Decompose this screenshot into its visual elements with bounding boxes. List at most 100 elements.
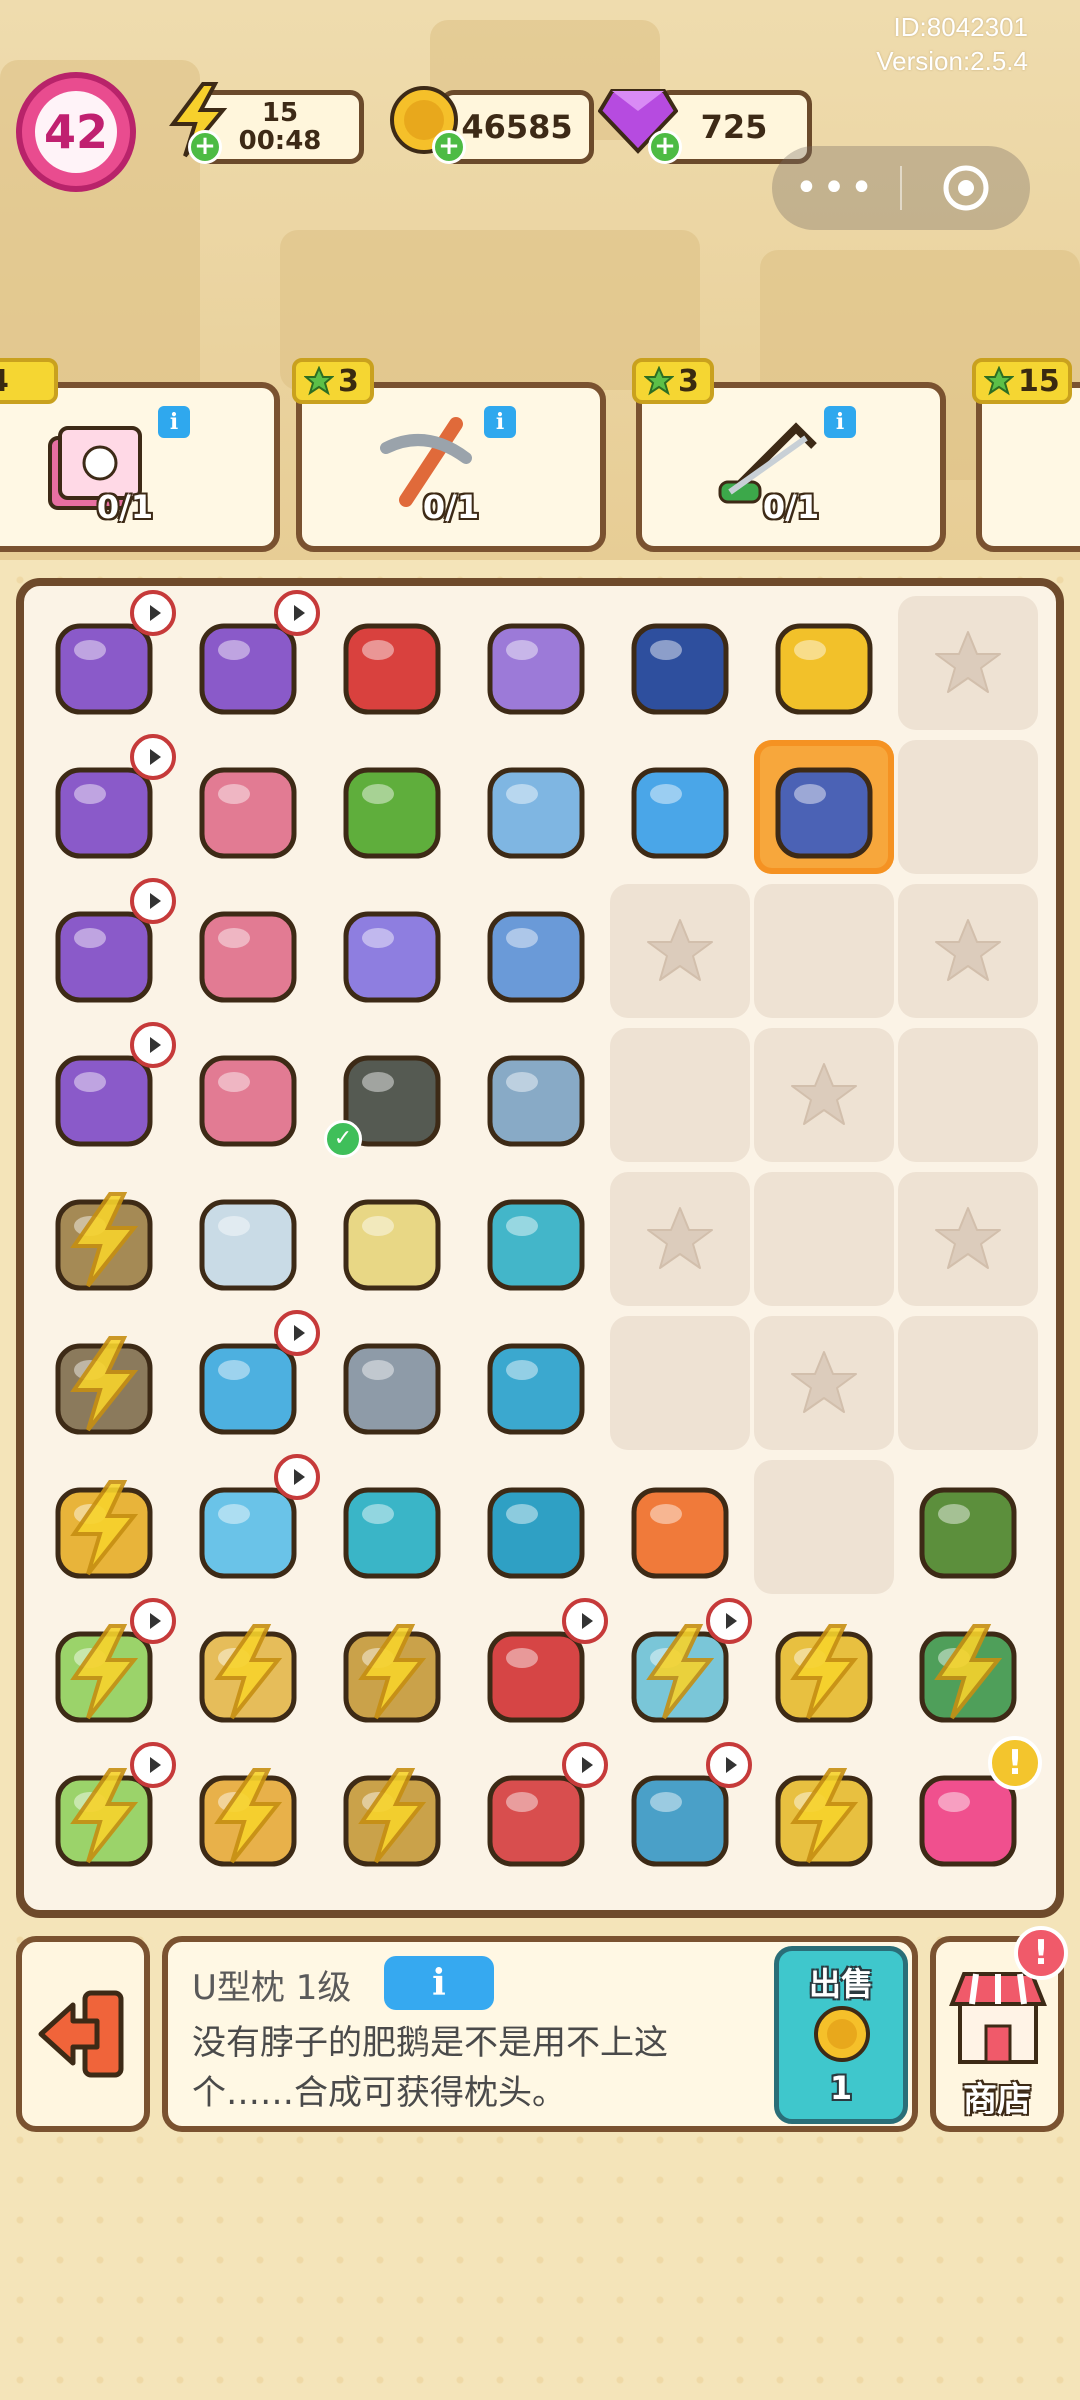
hula-hoop-icon	[487, 1487, 585, 1579]
star-icon	[984, 366, 1014, 396]
board-item-garbage-bag[interactable]: ✓	[322, 1028, 462, 1162]
star-icon	[304, 366, 334, 396]
brick-pallet-icon	[199, 911, 297, 1003]
close-program-icon[interactable]	[902, 164, 1030, 212]
locked-cell	[754, 1028, 894, 1162]
mini-program-capsule: •••	[772, 146, 1030, 230]
board-item-junk-pile[interactable]	[34, 878, 176, 1018]
locked-cell	[754, 1316, 894, 1450]
ready-check-icon: ✓	[324, 1120, 362, 1158]
board-item-chart-report[interactable]	[466, 740, 606, 874]
board-item-junk-pile[interactable]	[34, 590, 176, 730]
order-stars-badge: 15	[972, 358, 1072, 404]
board-item-locker[interactable]	[34, 1460, 174, 1594]
order-card-3[interactable]: 3 i 0/1	[632, 358, 946, 552]
locked-cell	[610, 884, 750, 1018]
board-item-junk-pile[interactable]	[178, 590, 320, 730]
board-item-wheelbarrow[interactable]	[466, 1742, 608, 1882]
board-item-laptop[interactable]	[34, 1598, 176, 1738]
board-item-cart-ducks[interactable]	[754, 1604, 894, 1738]
star-icon	[791, 1351, 857, 1413]
player-level-badge[interactable]: 42	[16, 72, 136, 192]
board-item-brick-pallet[interactable]	[178, 1028, 318, 1162]
board-item-jump-rope[interactable]	[466, 1316, 606, 1450]
board-item-cart-ducks[interactable]	[754, 1748, 894, 1882]
board-item-junk-pile[interactable]	[34, 734, 176, 874]
board-item-lavender-basket[interactable]	[466, 596, 606, 730]
item-detail-button[interactable]: i	[384, 1956, 494, 2010]
order-card-1[interactable]: 4 i 0/1	[0, 358, 280, 552]
more-icon[interactable]: •••	[772, 168, 900, 208]
order-stars-badge: 3	[632, 358, 714, 404]
cooldown-timer-icon	[706, 1598, 752, 1644]
board-item-goose-book-5[interactable]	[322, 884, 462, 1018]
order-info-button[interactable]: i	[824, 406, 856, 438]
board-item-hula-hoop[interactable]	[466, 1460, 606, 1594]
board-item-ab-machine[interactable]	[322, 1460, 462, 1594]
board-item-tape-measure[interactable]	[610, 1460, 750, 1594]
locked-cell	[898, 884, 1038, 1018]
exit-button[interactable]	[16, 1936, 150, 2132]
goose-book-1-icon	[487, 1055, 585, 1147]
brick-pallet-icon	[199, 767, 297, 859]
board-item-vr-headset[interactable]	[322, 596, 462, 730]
empty-cell	[898, 1028, 1038, 1162]
board-item-backpack[interactable]: !	[898, 1736, 1042, 1882]
add-gems-button[interactable]: +	[648, 130, 682, 164]
board-item-laptop[interactable]	[34, 1742, 176, 1882]
exit-icon	[38, 1990, 124, 2078]
board-item-brick-pallet[interactable]	[178, 884, 318, 1018]
order-card-4[interactable]: 15	[972, 358, 1080, 552]
board-item-resistance-band[interactable]	[466, 1172, 606, 1306]
board-item-printer[interactable]	[178, 1454, 320, 1594]
headphones-icon	[631, 623, 729, 715]
board-item-plant-bucket[interactable]	[178, 1748, 318, 1882]
board-item-paint-bucket[interactable]	[178, 1172, 318, 1306]
board-item-yarn-ball[interactable]	[322, 1172, 462, 1306]
empty-cell	[898, 1316, 1038, 1450]
board-item-robot-vacuum[interactable]	[178, 1310, 320, 1450]
cooldown-timer-icon	[130, 1742, 176, 1788]
board-item-junk-pile[interactable]	[34, 1022, 176, 1162]
board-item-basket[interactable]	[322, 1604, 462, 1738]
board-item-cart[interactable]	[610, 1598, 752, 1738]
board-item-cart-junk[interactable]	[610, 1742, 752, 1882]
board-item-coin-stack[interactable]	[754, 596, 894, 730]
add-coins-button[interactable]: +	[432, 130, 466, 164]
energy-bolt-icon	[214, 1624, 283, 1720]
board-item-headphones[interactable]	[610, 596, 750, 730]
board-item-goose-book-4[interactable]	[466, 884, 606, 1018]
board-item-garden-glove[interactable]	[898, 1460, 1038, 1594]
star-icon	[935, 919, 1001, 981]
order-progress: 0/1	[762, 488, 820, 526]
empty-cell	[610, 1028, 750, 1162]
cooldown-timer-icon	[130, 1598, 176, 1644]
energy-bolt-icon	[358, 1624, 427, 1720]
item-info-panel: U型枕 1级 i 没有脖子的肥鹅是不是用不上这个……合成可获得枕头。 出售 1	[162, 1936, 918, 2132]
board-item-basket[interactable]	[322, 1748, 462, 1882]
board-item-toolbox[interactable]	[898, 1604, 1038, 1738]
board-item-hand-gripper[interactable]	[322, 1316, 462, 1450]
energy-bolt-icon	[70, 1192, 139, 1288]
goose-book-4-icon	[487, 911, 585, 1003]
order-card-2[interactable]: 3 i 0/1	[292, 358, 606, 552]
order-stars-badge: 3	[292, 358, 374, 404]
board-item-u-pillow[interactable]	[754, 740, 894, 874]
board-item-tool-basket[interactable]	[466, 1598, 608, 1738]
board-item-brick-pallet[interactable]	[178, 740, 318, 874]
order-info-button[interactable]: i	[484, 406, 516, 438]
brick-pallet-icon	[199, 1055, 297, 1147]
order-progress: 0/1	[422, 488, 480, 526]
board-item-wardrobe[interactable]	[34, 1172, 174, 1306]
shop-button[interactable]: ! 商店	[930, 1926, 1068, 2132]
board-item-goose-book-1[interactable]	[466, 1028, 606, 1162]
sell-button[interactable]: 出售 1	[774, 1946, 908, 2124]
board-item-potted-tree[interactable]	[322, 740, 462, 874]
empty-cell	[754, 1460, 894, 1594]
add-energy-button[interactable]: +	[188, 130, 222, 164]
order-info-button[interactable]: i	[158, 406, 190, 438]
board-item-bucket[interactable]	[178, 1604, 318, 1738]
star-icon	[935, 631, 1001, 693]
board-item-cabinet[interactable]	[34, 1316, 174, 1450]
board-item-mp3-player[interactable]	[610, 740, 750, 874]
